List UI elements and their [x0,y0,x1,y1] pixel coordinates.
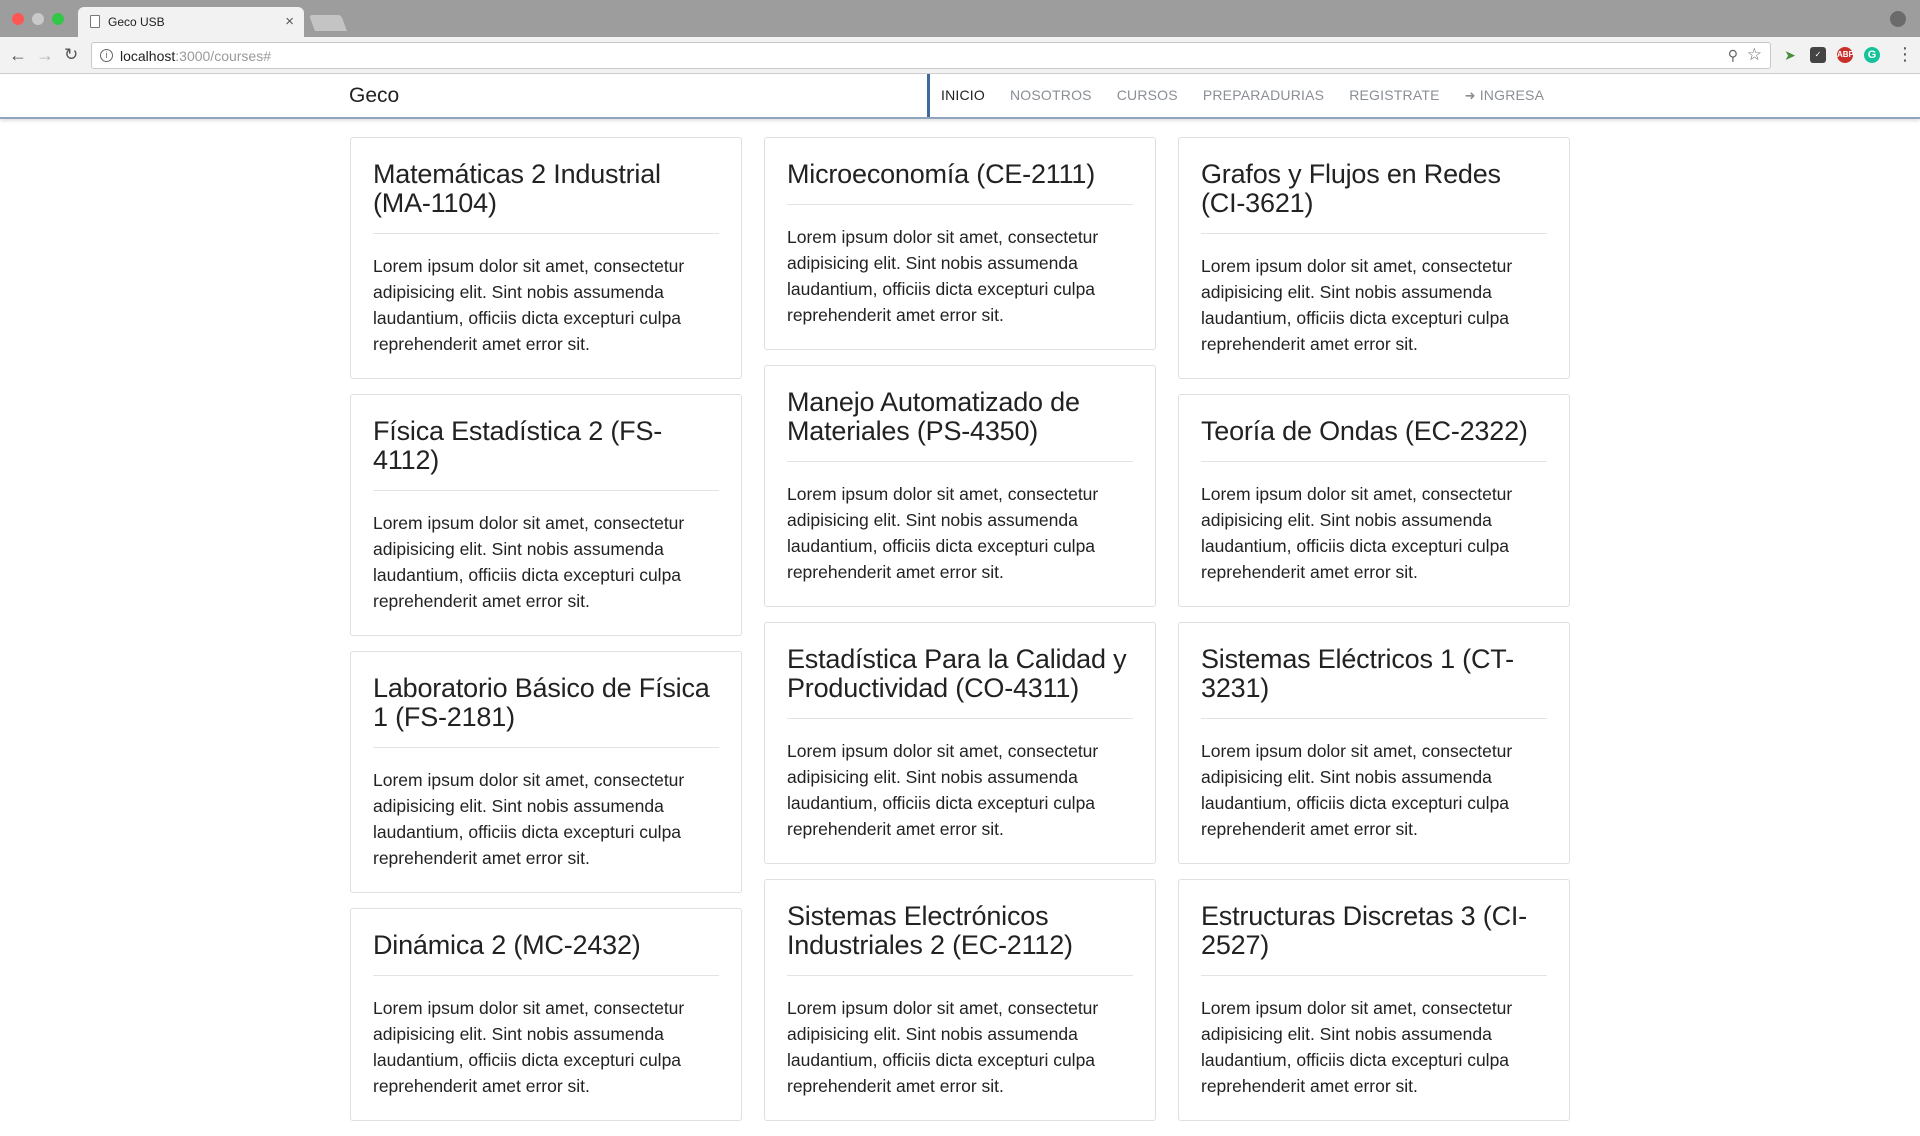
nav-link-ingresa[interactable]: ➜ INGRESA [1454,74,1559,117]
nav-link-preparadurias[interactable]: PREPARADURIAS [1192,74,1338,117]
course-description: Lorem ipsum dolor sit amet, consectetur … [787,998,1099,1096]
browser-toolbar: ← → ↻ i localhost:3000/courses# ⚲ ☆ [0,37,1920,74]
url-text[interactable]: localhost:3000/courses# [120,48,271,64]
course-description: Lorem ipsum dolor sit amet, consectetur … [1201,484,1513,582]
site-navbar: Geco INICIO NOSOTROS CURSOS PREPARADURIAS RE… [0,74,1920,119]
course-column: Microeconomía (CE-2111) Lorem ipsum dolor… [764,137,1156,1136]
course-card[interactable]: Matemáticas 2 Industrial (MA-1104) Lorem … [350,137,742,379]
course-card[interactable]: Dinámica 2 (MC-2432) Lorem ipsum dolor si… [350,908,742,1121]
course-title[interactable]: Grafos y Flujos en Redes (CI-3621) [1201,160,1547,234]
nav-link-cursos[interactable]: CURSOS [1106,74,1192,117]
profile-icon[interactable] [1890,11,1906,27]
course-title[interactable]: Sistemas Electrónicos Industriales 2 (EC… [787,902,1133,976]
nav-link-nosotros[interactable]: NOSOTROS [999,74,1106,117]
course-title[interactable]: Teoría de Ondas (EC-2322) [1201,417,1547,462]
nav-link-label: NOSOTROS [1009,87,1092,103]
nav-link-label: PREPARADURIAS [1202,87,1325,103]
course-card[interactable]: Estadística Para la Calidad y Productivi… [764,622,1156,864]
course-title[interactable]: Estructuras Discretas 3 (CI-2527) [1201,902,1547,976]
brand-logo[interactable]: Geco [349,84,399,108]
course-title[interactable]: Dinámica 2 (MC-2432) [373,931,719,976]
course-card[interactable]: Estructuras Discretas 3 (CI-2527) Lorem i… [1178,879,1570,1121]
extension-icon[interactable]: ➤ [1782,47,1798,63]
page-icon [90,15,100,28]
reload-icon[interactable]: ↻ [64,44,78,66]
course-card[interactable]: Sistemas Eléctricos 1 (CT-3231) Lorem ips… [1178,622,1570,864]
course-card[interactable]: Sistemas Electrónicos Industriales 2 (EC… [764,879,1156,1121]
grammarly-icon[interactable]: G [1864,47,1880,63]
login-icon: ➜ [1464,88,1476,103]
new-tab-button[interactable] [309,15,347,31]
course-description: Lorem ipsum dolor sit amet, consectetur … [1201,998,1513,1096]
menu-icon[interactable]: ⋮ [1896,44,1914,65]
course-description: Lorem ipsum dolor sit amet, consectetur … [1201,741,1513,839]
course-description: Lorem ipsum dolor sit amet, consectetur … [373,770,685,868]
course-column: Grafos y Flujos en Redes (CI-3621) Lorem … [1178,137,1570,1136]
nav-link-label: INICIO [941,87,985,103]
course-title[interactable]: Manejo Automatizado de Materiales (PS-43… [787,388,1133,462]
nav-link-label: INGRESA [1479,87,1545,103]
course-title[interactable]: Matemáticas 2 Industrial (MA-1104) [373,160,719,234]
url-host: localhost [120,48,176,64]
nav-link-inicio[interactable]: INICIO [927,74,999,117]
course-title[interactable]: Microeconomía (CE-2111) [787,160,1133,205]
browser-tab[interactable]: Geco USB × [78,7,304,37]
forward-arrow-icon[interactable]: → [36,44,54,66]
url-path: :3000/courses# [175,48,271,64]
nav-link-label: REGISTRATE [1349,87,1440,103]
course-title[interactable]: Estadística Para la Calidad y Productivi… [787,645,1133,719]
course-card[interactable]: Microeconomía (CE-2111) Lorem ipsum dolor… [764,137,1156,350]
adblock-icon[interactable]: ABP [1837,47,1854,63]
browser-tab-bar: Geco USB × [0,0,1920,37]
course-card[interactable]: Manejo Automatizado de Materiales (PS-43… [764,365,1156,607]
nav-link-label: CURSOS [1116,87,1178,103]
nav-links: INICIO NOSOTROS CURSOS PREPARADURIAS REGISTR… [927,74,1558,117]
course-card[interactable]: Grafos y Flujos en Redes (CI-3621) Lorem … [1178,137,1570,379]
star-icon[interactable]: ☆ [1747,45,1762,65]
tab-close-icon[interactable]: × [285,13,294,30]
course-description: Lorem ipsum dolor sit amet, consectetur … [1201,256,1513,354]
nav-link-registrate[interactable]: REGISTRATE [1338,74,1453,117]
course-description: Lorem ipsum dolor sit amet, consectetur … [373,256,685,354]
course-description: Lorem ipsum dolor sit amet, consectetur … [787,227,1099,325]
zoom-icon[interactable]: ⚲ [1728,47,1738,64]
window-zoom-button[interactable] [52,13,64,25]
course-title[interactable]: Laboratorio Básico de Física 1 (FS-2181) [373,674,719,748]
window-minimize-button[interactable] [32,13,44,25]
info-icon[interactable]: i [100,49,113,62]
pocket-icon[interactable]: ✓ [1810,47,1826,63]
course-column: Matemáticas 2 Industrial (MA-1104) Lorem … [350,137,742,1136]
course-title[interactable]: Física Estadística 2 (FS-4112) [373,417,719,491]
course-description: Lorem ipsum dolor sit amet, consectetur … [373,998,685,1096]
course-description: Lorem ipsum dolor sit amet, consectetur … [787,484,1099,582]
back-arrow-icon[interactable]: ← [9,44,27,66]
tab-title: Geco USB [108,15,165,29]
course-card[interactable]: Física Estadística 2 (FS-4112) Lorem ipsu… [350,394,742,636]
course-card[interactable]: Laboratorio Básico de Física 1 (FS-2181)… [350,651,742,893]
course-description: Lorem ipsum dolor sit amet, consectetur … [787,741,1099,839]
course-description: Lorem ipsum dolor sit amet, consectetur … [373,513,685,611]
address-bar[interactable]: i localhost:3000/courses# ⚲ ☆ [91,42,1771,69]
course-title[interactable]: Sistemas Eléctricos 1 (CT-3231) [1201,645,1547,719]
course-card[interactable]: Teoría de Ondas (EC-2322) Lorem ipsum dol… [1178,394,1570,607]
window-close-button[interactable] [12,13,24,25]
